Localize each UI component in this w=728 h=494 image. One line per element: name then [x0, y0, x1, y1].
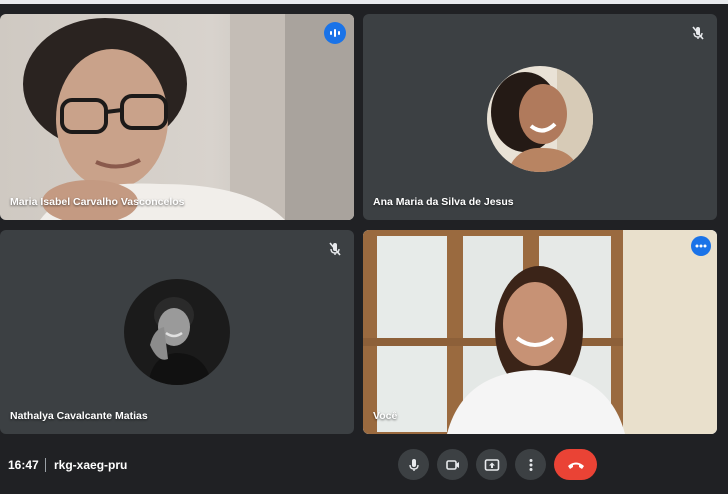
- participant-video-feed: [0, 14, 354, 220]
- avatar: [487, 66, 593, 172]
- end-call-button[interactable]: [554, 449, 597, 480]
- present-screen-button[interactable]: [476, 449, 507, 480]
- meeting-time: 16:47: [8, 458, 39, 472]
- window-top-edge: [0, 0, 728, 4]
- participant-tile-self[interactable]: Você: [363, 230, 717, 434]
- participant-name: Ana Maria da Silva de Jesus: [373, 196, 514, 208]
- participant-name: Nathalya Cavalcante Matias: [10, 410, 148, 422]
- participant-name: Você: [373, 410, 398, 422]
- speaking-indicator-icon: [324, 22, 346, 44]
- avatar: [124, 279, 230, 385]
- participant-video-feed: [363, 230, 717, 434]
- camera-icon: [445, 459, 459, 470]
- participant-tile-maria-isabel[interactable]: Maria Isabel Carvalho Vasconcelos: [0, 14, 354, 220]
- present-icon: [484, 458, 499, 471]
- mic-off-icon: [326, 240, 344, 258]
- mic-button[interactable]: [398, 449, 429, 480]
- camera-button[interactable]: [437, 449, 468, 480]
- participant-name: Maria Isabel Carvalho Vasconcelos: [10, 196, 185, 208]
- more-options-icon: [529, 458, 532, 471]
- end-call-icon: [567, 462, 584, 469]
- mic-off-icon: [689, 24, 707, 42]
- more-options-button[interactable]: [515, 449, 546, 480]
- participant-tile-ana-maria[interactable]: Ana Maria da Silva de Jesus: [363, 14, 717, 220]
- more-options-icon[interactable]: [691, 236, 711, 256]
- meeting-code: rkg-xaeg-pru: [54, 458, 128, 472]
- divider: [45, 458, 46, 472]
- participant-tile-nathalya[interactable]: Nathalya Cavalcante Matias: [0, 230, 354, 434]
- mic-icon: [408, 458, 419, 471]
